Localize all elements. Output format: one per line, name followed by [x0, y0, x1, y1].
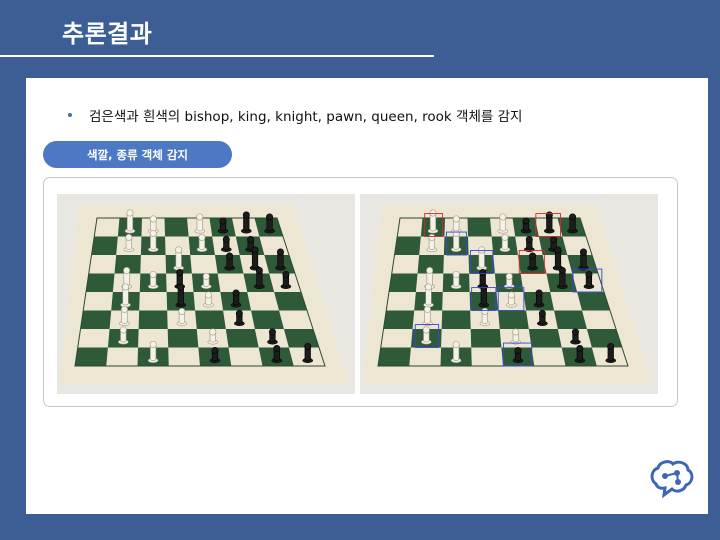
chessboard-svg-right [360, 194, 658, 394]
chessboard-photo-original [57, 194, 355, 394]
brain-logo-icon [650, 460, 694, 498]
image-container [43, 177, 678, 407]
page-title: 추론결과 [62, 20, 153, 48]
title-divider [0, 55, 434, 57]
bullet-dot-icon [68, 113, 72, 117]
bullet-text: 검은색과 흰색의 bishop, king, knight, pawn, que… [89, 109, 523, 125]
content-panel: 검은색과 흰색의 bishop, king, knight, pawn, que… [26, 78, 708, 514]
bullet-item: 검은색과 흰색의 bishop, king, knight, pawn, que… [68, 105, 522, 125]
chessboard-svg-left [57, 194, 355, 394]
section-pill-label: 색깔, 종류 객체 감지 [43, 141, 232, 168]
chessboard-photo-detected [360, 194, 658, 394]
